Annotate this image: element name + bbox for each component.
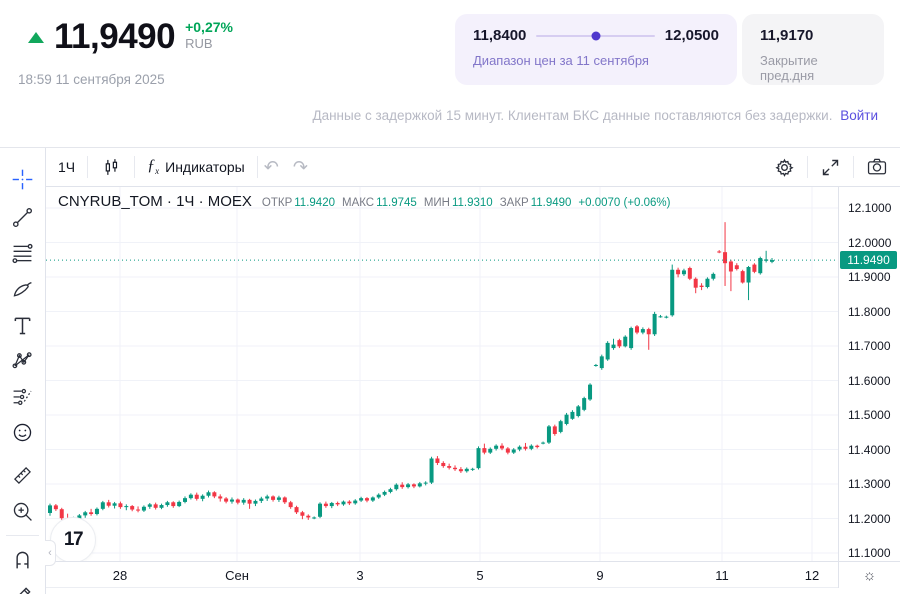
undo-arrow-icon[interactable]: ↶ <box>258 157 285 178</box>
time-axis-label: 12 <box>805 568 819 583</box>
chart-settings-button[interactable] <box>762 153 807 181</box>
chart-toolbar: 1Ч ƒx Индикаторы ↶ ↷ <box>46 148 900 187</box>
zoom-in-tool[interactable] <box>6 494 40 528</box>
price-axis-label: 11.5000 <box>848 408 891 422</box>
brush-tool[interactable] <box>6 272 40 306</box>
indicators-button[interactable]: ƒx Индикаторы <box>135 153 257 181</box>
delay-notice: Данные с задержкой 15 минут. Клиентам БК… <box>312 108 878 123</box>
settings-gear-icon <box>774 157 795 178</box>
ruler-icon <box>10 463 35 488</box>
currency-label: RUB <box>185 36 233 51</box>
delay-notice-text: Данные с задержкой 15 минут. Клиентам БК… <box>312 108 832 123</box>
price-axis-label: 11.6000 <box>848 374 891 388</box>
time-axis-label: 9 <box>596 568 603 583</box>
time-axis-label: 3 <box>356 568 363 583</box>
legend-high: МАКС11.9745 <box>342 197 417 209</box>
current-price-badge: 11.9490 <box>840 251 897 269</box>
crosshair-icon <box>10 167 35 192</box>
smiley-emoji-icon <box>10 420 35 445</box>
range-low: 11,8400 <box>473 27 526 44</box>
triangle-up-icon <box>28 32 44 43</box>
price-axis[interactable]: 12.1000 12.0000 11.9000 11.8000 11.7000 11.60… <box>838 187 900 561</box>
price-axis-label: 11.9000 <box>848 270 891 284</box>
projection-icon <box>10 384 35 409</box>
candlestick-chart[interactable] <box>46 187 838 561</box>
indicators-label: Индикаторы <box>165 159 245 175</box>
price-axis-label: 11.3000 <box>848 477 891 491</box>
chart-legend: CNYRUB_TOM · 1Ч · MOEX ОТКР11.9420 МАКС1… <box>58 193 671 210</box>
price-header: 11,9490 +0,27% RUB <box>28 16 233 58</box>
measure-ruler-tool[interactable] <box>6 458 40 492</box>
text-icon <box>10 313 35 338</box>
day-range-card: 11,8400 12,0500 Диапазон цен за 11 сентя… <box>455 14 737 85</box>
legend-change: +0.0070 (+0.06%) <box>578 197 670 209</box>
price-axis-label: 11.7000 <box>848 339 891 353</box>
price-axis-label: 11.8000 <box>848 305 891 319</box>
drawing-toolbar <box>0 148 46 594</box>
fullscreen-button[interactable] <box>808 153 853 181</box>
fx-function-icon: ƒx <box>147 157 159 176</box>
trend-line-icon <box>10 205 35 230</box>
price-axis-label: 11.4000 <box>848 443 891 457</box>
tradingview-logo[interactable]: 17 <box>50 517 96 561</box>
price-axis-label: 11.2000 <box>848 512 891 526</box>
trend-line-tool[interactable] <box>6 200 40 234</box>
fib-lines-icon <box>10 241 35 266</box>
prev-close-value: 11,9170 <box>760 27 866 44</box>
text-tool[interactable] <box>6 308 40 342</box>
quote-page: 11,9490 +0,27% RUB 18:59 11 сентября 202… <box>0 0 900 594</box>
xabcd-pattern-tool[interactable] <box>6 343 40 377</box>
magnet-icon <box>10 547 35 572</box>
range-card-label: Диапазон цен за 11 сентября <box>473 53 719 68</box>
fullscreen-expand-icon <box>820 157 841 178</box>
fib-retracement-tool[interactable] <box>6 236 40 270</box>
chart-plot-area[interactable]: CNYRUB_TOM · 1Ч · MOEX ОТКР11.9420 МАКС1… <box>46 187 838 561</box>
interval-button[interactable]: 1Ч <box>46 153 87 181</box>
sidebar-divider <box>6 535 39 536</box>
zoom-in-icon <box>10 499 35 524</box>
last-price: 11,9490 <box>54 16 175 58</box>
crosshair-tool[interactable] <box>6 162 40 196</box>
magnet-tool[interactable] <box>6 542 40 576</box>
login-link[interactable]: Войти <box>840 108 878 123</box>
sidebar-collapse-handle[interactable]: ‹ <box>45 540 56 566</box>
time-axis-label: Сен <box>225 568 249 583</box>
axis-settings-icon[interactable]: ☼ <box>838 561 900 588</box>
chart-type-button[interactable] <box>88 153 134 181</box>
price-axis-label: 12.0000 <box>848 236 891 250</box>
quote-timestamp: 18:59 11 сентября 2025 <box>18 72 165 87</box>
prev-close-label: Закрытие пред.дня <box>760 53 866 83</box>
camera-snapshot-icon <box>866 156 888 178</box>
brush-icon <box>10 277 35 302</box>
redo-arrow-icon[interactable]: ↷ <box>287 157 314 178</box>
price-axis-label: 12.1000 <box>848 201 891 215</box>
pencil-icon <box>10 583 35 594</box>
time-axis[interactable]: 28 Сен 3 5 9 11 12 <box>46 561 838 588</box>
time-axis-label: 5 <box>476 568 483 583</box>
snapshot-button[interactable] <box>854 153 900 181</box>
candles-icon <box>100 156 122 178</box>
price-axis-label: 11.1000 <box>848 546 891 560</box>
time-axis-label: 28 <box>113 568 127 583</box>
emoji-tool[interactable] <box>6 415 40 449</box>
drawing-pencil-tool[interactable] <box>6 578 40 594</box>
range-current-dot <box>591 31 600 40</box>
range-slider <box>536 35 654 37</box>
legend-symbol[interactable]: CNYRUB_TOM · 1Ч · MOEX <box>58 193 252 210</box>
range-high: 12,0500 <box>665 27 719 44</box>
legend-close: ЗАКР11.9490 <box>500 197 572 209</box>
legend-open: ОТКР11.9420 <box>262 197 335 209</box>
time-axis-label: 11 <box>715 568 729 583</box>
xabcd-pattern-icon <box>10 348 35 373</box>
legend-low: МИН11.9310 <box>424 197 493 209</box>
prev-close-card: 11,9170 Закрытие пред.дня <box>742 14 884 85</box>
projection-tool[interactable] <box>6 379 40 413</box>
change-percent: +0,27% <box>185 19 233 35</box>
chart-widget: 1Ч ƒx Индикаторы ↶ ↷ <box>0 147 900 594</box>
